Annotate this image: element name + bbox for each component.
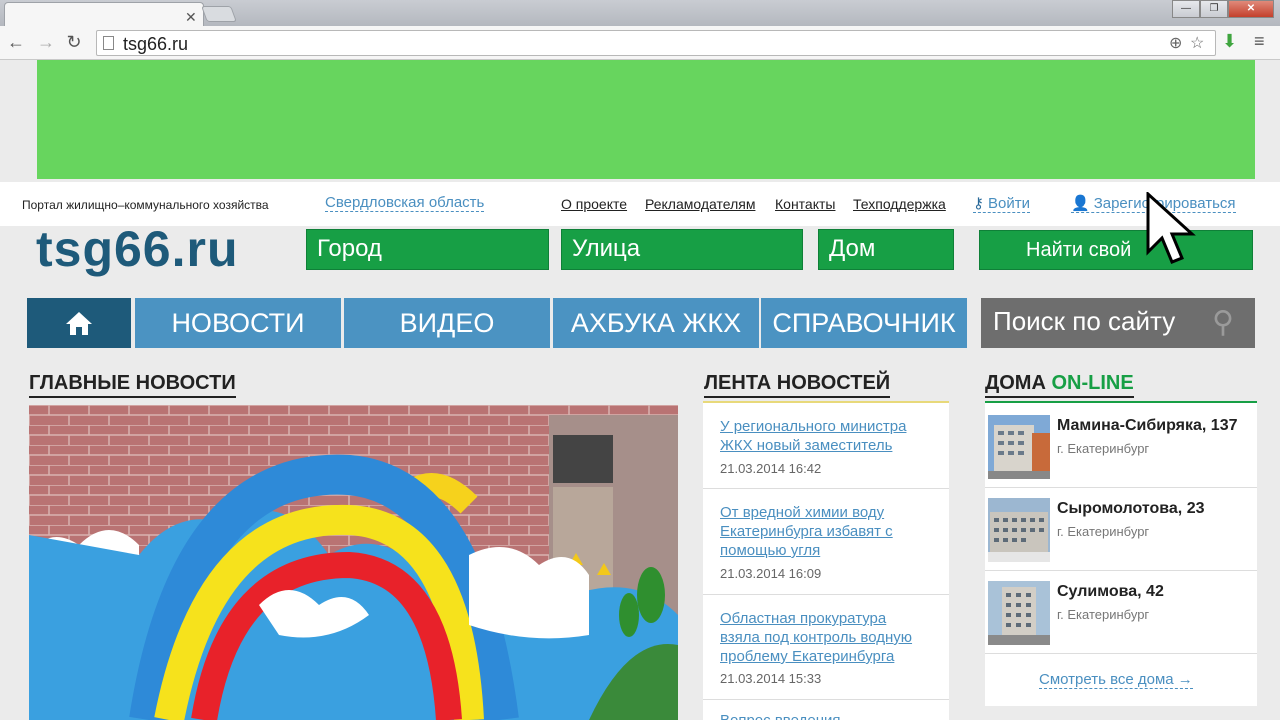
feed-item-link[interactable]: Вопрос введения (720, 711, 930, 720)
houses-online-list: Мамина-Сибиряка, 137 г. Екатеринбург Сыр… (985, 401, 1257, 706)
house-photo[interactable] (988, 498, 1050, 562)
main-news-title[interactable]: ГЛАВНЫЕ НОВОСТИ (29, 372, 236, 398)
houses-online-title[interactable]: ДОМА ON-LINE (985, 372, 1134, 398)
feed-item-date: 21.03.2014 16:42 (720, 461, 822, 476)
url-text[interactable]: tsg66.ru (123, 34, 188, 55)
house-item[interactable]: Мамина-Сибиряка, 137 г. Екатеринбург (985, 405, 1257, 488)
house-city: г. Екатеринбург (1057, 524, 1150, 539)
houses-title-main: ДОМА (985, 372, 1046, 394)
reload-icon[interactable]: ↻ (62, 32, 86, 53)
house-photo[interactable] (988, 415, 1050, 479)
nav-video[interactable]: ВИДЕО (344, 298, 550, 348)
house-name[interactable]: Сыромолотова, 23 (1057, 500, 1205, 518)
browser-tab[interactable]: ✕ (4, 2, 204, 28)
house-photo[interactable] (988, 581, 1050, 645)
mouse-cursor-icon (1146, 192, 1196, 264)
house-name[interactable]: Мамина-Сибиряка, 137 (1057, 417, 1237, 435)
forward-arrow-icon[interactable]: → (34, 32, 58, 53)
login-link[interactable]: ⚷ Войти (973, 194, 1030, 213)
city-field[interactable]: Город (306, 229, 549, 270)
list-item[interactable]: Вопрос введения (703, 700, 949, 720)
bookmark-star-icon[interactable]: ☆ (1190, 33, 1204, 53)
user-icon: 👤 (1071, 195, 1090, 212)
feed-item-link[interactable]: От вредной химии воду Екатеринбурга изба… (720, 503, 930, 560)
new-tab-button[interactable] (201, 6, 237, 22)
house-name[interactable]: Сулимова, 42 (1057, 583, 1164, 601)
site-logo[interactable]: tsg66.ru (36, 220, 239, 278)
page-icon (103, 36, 114, 50)
list-item[interactable]: Областная прокуратура взяла под контроль… (703, 595, 949, 700)
houses-title-accent: ON-LINE (1051, 372, 1134, 394)
house-city: г. Екатеринбург (1057, 441, 1150, 456)
home-icon (66, 312, 92, 335)
nav-news[interactable]: НОВОСТИ (135, 298, 341, 348)
minimize-button[interactable]: — (1172, 0, 1200, 18)
house-item[interactable]: Сулимова, 42 г. Екатеринбург (985, 571, 1257, 654)
list-item[interactable]: От вредной химии воду Екатеринбурга изба… (703, 489, 949, 595)
street-field[interactable]: Улица (561, 229, 803, 270)
link-support[interactable]: Техподдержка (853, 196, 946, 212)
feed-item-link[interactable]: Областная прокуратура взяла под контроль… (720, 609, 930, 666)
address-bar[interactable]: tsg66.ru ⊕ ☆ (96, 30, 1216, 56)
login-label: Войти (988, 195, 1030, 212)
browser-toolbar: ← → ↻ tsg66.ru ⊕ ☆ (0, 26, 1280, 60)
browser-titlebar: ✕ — ❐ ✕ (0, 0, 1280, 28)
nav-directory[interactable]: СПРАВОЧНИК (761, 298, 967, 348)
feed-item-link[interactable]: У регионального министра ЖКХ новый замес… (720, 417, 930, 455)
back-arrow-icon[interactable]: ← (4, 32, 28, 53)
news-feed: У регионального министра ЖКХ новый замес… (703, 401, 949, 720)
nav-abc[interactable]: АХБУКА ЖКХ (553, 298, 759, 348)
house-field[interactable]: Дом (818, 229, 954, 270)
find-house-button[interactable]: Найти свой (979, 230, 1253, 270)
feed-item-date: 21.03.2014 16:09 (720, 566, 822, 581)
rainbow-mural-picture (29, 405, 678, 720)
see-all-houses-link[interactable]: Смотреть все дома → (1039, 671, 1193, 689)
link-advertisers[interactable]: Рекламодателям (645, 196, 755, 212)
key-icon: ⚷ (973, 195, 984, 212)
site-tagline: Портал жилищно–коммунального хозяйства (22, 198, 269, 212)
tab-close-icon[interactable]: ✕ (185, 9, 197, 26)
zoom-icon[interactable]: ⊕ (1169, 33, 1182, 53)
region-selector[interactable]: Свердловская область (325, 194, 485, 212)
main-news-image[interactable] (29, 405, 678, 720)
download-extension-icon[interactable]: ⬇ (1222, 31, 1237, 52)
search-icon[interactable]: ⚲ (1212, 305, 1234, 340)
nav-home[interactable] (27, 298, 131, 348)
link-about[interactable]: О проекте (561, 196, 627, 212)
feed-item-date: 21.03.2014 15:33 (720, 671, 822, 686)
browser-menu-icon[interactable]: ≡ (1254, 31, 1265, 52)
ad-banner[interactable] (37, 60, 1255, 179)
list-item[interactable]: У регионального министра ЖКХ новый замес… (703, 403, 949, 489)
link-contacts[interactable]: Контакты (775, 196, 835, 212)
window-controls: — ❐ ✕ (1172, 0, 1274, 18)
maximize-button[interactable]: ❐ (1200, 0, 1228, 18)
close-window-button[interactable]: ✕ (1228, 0, 1274, 18)
house-city: г. Екатеринбург (1057, 607, 1150, 622)
news-feed-title[interactable]: ЛЕНТА НОВОСТЕЙ (704, 372, 891, 398)
house-item[interactable]: Сыромолотова, 23 г. Екатеринбург (985, 488, 1257, 571)
